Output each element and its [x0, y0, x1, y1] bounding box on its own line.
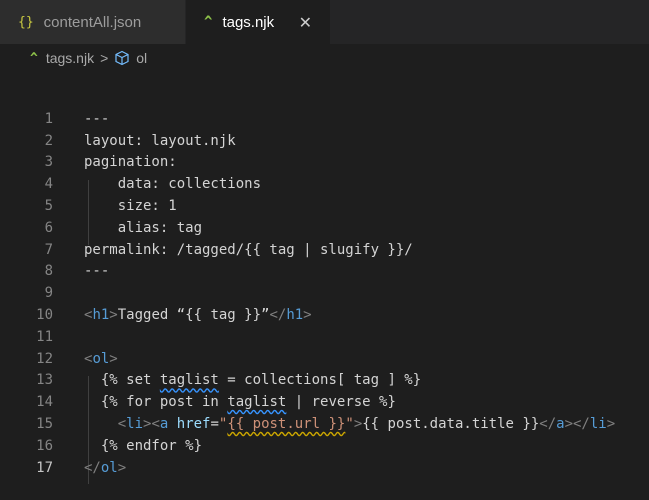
breadcrumb-file[interactable]: tags.njk — [46, 50, 94, 66]
line-text: data: collections — [84, 176, 262, 193]
line-number: 14 — [36, 394, 53, 411]
breadcrumb-symbol[interactable]: ol — [136, 50, 147, 66]
line-number: 1 — [44, 110, 53, 127]
line-text: <ol> — [84, 350, 118, 367]
close-icon[interactable]: ✕ — [299, 13, 312, 32]
line-number: 16 — [36, 437, 53, 454]
code-line: 13 {% set taglist = collections[ tag ] %… — [0, 370, 649, 392]
tab-bar-empty — [330, 0, 649, 44]
code-line: 14 {% for post in taglist | reverse %} — [0, 391, 649, 413]
line-number: 12 — [36, 350, 53, 367]
line-text: pagination: — [84, 154, 177, 171]
symbol-cube-icon — [114, 50, 130, 66]
code-line: 8 --- — [0, 261, 649, 283]
line-text: size: 1 — [84, 198, 177, 215]
tab-bar: {} contentAll.json ^ tags.njk ✕ — [0, 0, 649, 44]
line-text: --- — [84, 110, 110, 127]
chevron-right-icon: > — [100, 50, 109, 66]
line-text: <h1>Tagged “{{ tag }}”</h1> — [84, 307, 312, 324]
nunjucks-file-icon: ^ — [204, 14, 213, 30]
code-line: 12 <ol> — [0, 348, 649, 370]
code-line: 11 — [0, 326, 649, 348]
line-number: 8 — [44, 263, 53, 280]
code-line: 15 <li><a href="{{ post.url }}">{{ post.… — [0, 413, 649, 435]
tab-tags-njk[interactable]: ^ tags.njk ✕ — [186, 0, 330, 44]
line-text: </ol> — [84, 459, 127, 476]
code-line: 17 </ol> — [0, 457, 649, 479]
line-number: 4 — [44, 176, 53, 193]
line-number: 15 — [36, 416, 53, 433]
line-text: {% endfor %} — [84, 437, 203, 454]
line-number: 13 — [36, 372, 53, 389]
code-line: 6 alias: tag — [0, 217, 649, 239]
code-line: 5 size: 1 — [0, 195, 649, 217]
line-number: 11 — [36, 328, 53, 345]
code-line: 16 {% endfor %} — [0, 435, 649, 457]
line-text: --- — [84, 263, 110, 280]
line-text: layout: layout.njk — [84, 132, 236, 149]
tab-contentall-json[interactable]: {} contentAll.json — [0, 0, 186, 44]
line-text: permalink: /tagged/{{ tag | slugify }}/ — [84, 241, 413, 258]
code-line: 3 pagination: — [0, 152, 649, 174]
code-line: 2 layout: layout.njk — [0, 130, 649, 152]
line-number: 9 — [44, 285, 53, 302]
code-line: 10 <h1>Tagged “{{ tag }}”</h1> — [0, 304, 649, 326]
line-number: 5 — [44, 198, 53, 215]
code-editor[interactable]: 1 --- 2 layout: layout.njk 3 pagination:… — [0, 72, 649, 500]
code-line: 4 data: collections — [0, 173, 649, 195]
code-line: 1 --- — [0, 108, 649, 130]
line-number: 3 — [44, 154, 53, 171]
line-text: {% for post in taglist | reverse %} — [84, 394, 396, 411]
line-number: 10 — [36, 307, 53, 324]
line-number: 6 — [44, 219, 53, 236]
tab-label: contentAll.json — [43, 13, 142, 31]
code-line: 9 — [0, 282, 649, 304]
breadcrumb: ^ tags.njk > ol — [0, 44, 649, 72]
line-number: 7 — [44, 241, 53, 258]
line-text: {% set taglist = collections[ tag ] %} — [84, 372, 422, 389]
line-text: <li><a href="{{ post.url }}">{{ post.dat… — [117, 416, 616, 433]
json-file-icon: {} — [18, 14, 34, 30]
code-line: 7 permalink: /tagged/{{ tag | slugify }}… — [0, 239, 649, 261]
line-number: 17 — [36, 459, 53, 476]
line-text: alias: tag — [84, 219, 203, 236]
tab-label: tags.njk — [222, 13, 275, 31]
nunjucks-file-icon: ^ — [30, 50, 38, 66]
line-number: 2 — [44, 132, 53, 149]
